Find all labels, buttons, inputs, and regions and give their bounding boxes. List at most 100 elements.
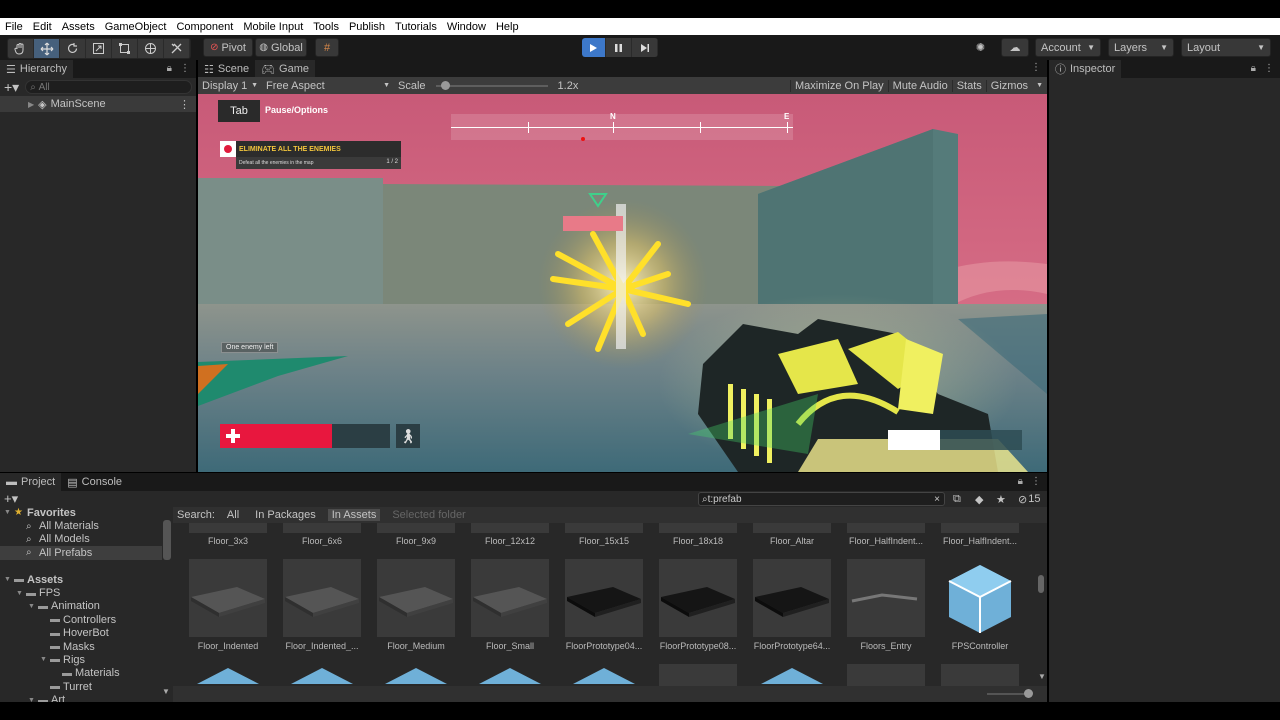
asset-thumbnail[interactable]: [753, 664, 831, 686]
tree-item[interactable]: ▼ ▬ Animation: [0, 600, 162, 613]
lock-icon[interactable]: 🔒︎: [1018, 476, 1023, 487]
asset-thumbnail[interactable]: [283, 559, 361, 637]
asset-thumbnail[interactable]: [189, 664, 267, 686]
asset-thumbnail[interactable]: [565, 664, 643, 686]
menu-edit[interactable]: Edit: [28, 21, 57, 33]
tree-item[interactable]: ▬ Turret: [0, 680, 162, 693]
expand-arrow-icon[interactable]: ▶: [28, 100, 34, 109]
scale-slider[interactable]: [435, 80, 548, 91]
menu-mobile-input[interactable]: Mobile Input: [238, 21, 308, 33]
expand-arrow-icon[interactable]: ▼: [4, 576, 14, 583]
hand-tool-icon[interactable]: [8, 39, 34, 58]
grid-scrollbar[interactable]: [1038, 575, 1044, 593]
display-dropdown[interactable]: Display 1 ▼: [198, 80, 262, 92]
tree-item[interactable]: ⌕ All Models: [0, 533, 162, 546]
asset-thumbnail[interactable]: [283, 523, 361, 533]
tree-item[interactable]: ▬ HoverBot: [0, 627, 162, 640]
menu-publish[interactable]: Publish: [344, 21, 390, 33]
menu-tools[interactable]: Tools: [308, 21, 344, 33]
tree-item[interactable]: ▼ ★ Favorites: [0, 506, 162, 519]
tree-item[interactable]: ▼ ▬ Assets: [0, 573, 162, 586]
tab-inspector[interactable]: ⓘ Inspector: [1049, 60, 1122, 78]
clear-search-icon[interactable]: ×: [934, 494, 940, 505]
step-button[interactable]: [632, 38, 658, 57]
asset-thumbnail[interactable]: [659, 523, 737, 533]
play-button[interactable]: [582, 38, 606, 57]
pivot-toggle[interactable]: ⊘ Pivot: [203, 38, 253, 57]
hierarchy-search-input[interactable]: ⌕ All: [25, 80, 192, 94]
tree-item[interactable]: ▬ Masks: [0, 640, 162, 653]
collab-button[interactable]: ✺: [968, 38, 993, 57]
scroll-down-arrow-icon[interactable]: ▼: [1038, 672, 1046, 681]
tree-item[interactable]: ▼ ▬ Rigs: [0, 653, 162, 666]
asset-thumbnail[interactable]: [471, 664, 549, 686]
tree-item[interactable]: ▼ ▬ Art: [0, 693, 162, 702]
tab-project[interactable]: ▬ Project: [0, 473, 62, 491]
mute-audio-toggle[interactable]: Mute Audio: [887, 79, 952, 92]
asset-thumbnail[interactable]: [659, 664, 737, 686]
menu-tutorials[interactable]: Tutorials: [390, 21, 442, 33]
asset-thumbnail[interactable]: [941, 664, 1019, 686]
asset-thumbnail[interactable]: [189, 559, 267, 637]
scope-all[interactable]: All: [219, 509, 247, 521]
scope-in-packages[interactable]: In Packages: [247, 509, 324, 521]
scale-slider-thumb[interactable]: [441, 80, 451, 90]
transform-tool-icon[interactable]: [138, 39, 164, 58]
hidden-packages-toggle[interactable]: ⊘ 15: [1018, 493, 1040, 506]
grid-snap-button[interactable]: #: [315, 38, 339, 57]
kebab-menu-icon[interactable]: ⋮: [1264, 63, 1274, 74]
menu-help[interactable]: Help: [491, 21, 524, 33]
asset-thumbnail[interactable]: [847, 523, 925, 533]
asset-thumbnail[interactable]: [377, 523, 455, 533]
scope-in-assets[interactable]: In Assets: [327, 509, 381, 521]
gizmos-dropdown[interactable]: Gizmos ▼: [985, 79, 1047, 92]
cloud-button[interactable]: ☁: [1001, 38, 1029, 57]
asset-thumbnail[interactable]: [377, 664, 455, 686]
expand-arrow-icon[interactable]: ▼: [28, 603, 38, 610]
menu-window[interactable]: Window: [442, 21, 491, 33]
asset-thumbnail[interactable]: [471, 559, 549, 637]
scope-selected-folder[interactable]: Selected folder: [384, 509, 473, 521]
lock-icon[interactable]: 🔒︎: [1251, 63, 1256, 74]
favorite-star-icon[interactable]: ★: [996, 493, 1006, 506]
asset-thumbnail[interactable]: [753, 559, 831, 637]
layout-dropdown[interactable]: Layout ▼: [1181, 38, 1271, 57]
tab-scene[interactable]: ☷ Scene: [198, 60, 255, 78]
maximize-on-play-toggle[interactable]: Maximize On Play: [790, 79, 888, 92]
asset-thumbnail[interactable]: [847, 559, 925, 637]
layers-dropdown[interactable]: Layers ▼: [1108, 38, 1174, 57]
kebab-menu-icon[interactable]: ⋮: [180, 63, 190, 74]
pause-button[interactable]: [606, 38, 632, 57]
prefab-cube-icon[interactable]: [941, 559, 1019, 637]
asset-thumbnail[interactable]: [753, 523, 831, 533]
tree-scrollbar[interactable]: [163, 520, 171, 560]
kebab-menu-icon[interactable]: ⋮: [179, 98, 190, 111]
tree-item[interactable]: ⌕ All Prefabs: [0, 546, 162, 560]
move-tool-icon[interactable]: [34, 39, 60, 58]
rect-tool-icon[interactable]: [112, 39, 138, 58]
scale-tool-icon[interactable]: [86, 39, 112, 58]
expand-arrow-icon[interactable]: ▼: [40, 656, 50, 663]
asset-thumbnail[interactable]: [189, 523, 267, 533]
expand-arrow-icon[interactable]: ▼: [16, 590, 26, 597]
lock-icon[interactable]: 🔒︎: [167, 63, 172, 74]
asset-thumbnail[interactable]: [847, 664, 925, 686]
stats-toggle[interactable]: Stats: [951, 79, 986, 92]
expand-arrow-icon[interactable]: ▼: [4, 509, 14, 516]
rotate-tool-icon[interactable]: [60, 39, 86, 58]
tree-item[interactable]: ▬ Controllers: [0, 613, 162, 626]
label-icon[interactable]: ◆: [975, 493, 983, 506]
game-viewport[interactable]: Tab Pause/Options N E ELIMINATE ALL THE …: [198, 94, 1047, 472]
account-dropdown[interactable]: Account ▼: [1035, 38, 1101, 57]
scroll-down-arrow-icon[interactable]: ▼: [162, 687, 170, 696]
global-toggle[interactable]: ◍ Global: [255, 38, 307, 57]
tree-item[interactable]: ▬ Materials: [0, 667, 162, 680]
asset-thumbnail[interactable]: [471, 523, 549, 533]
add-icon[interactable]: +▾: [4, 79, 19, 96]
custom-tool-icon[interactable]: [164, 39, 190, 58]
tab-game[interactable]: 🎮︎ Game: [255, 60, 316, 78]
filter-type-icon[interactable]: ⧉: [953, 493, 961, 506]
tree-item[interactable]: ⌕ All Materials: [0, 519, 162, 532]
asset-thumbnail[interactable]: [659, 559, 737, 637]
asset-thumbnail[interactable]: [565, 559, 643, 637]
